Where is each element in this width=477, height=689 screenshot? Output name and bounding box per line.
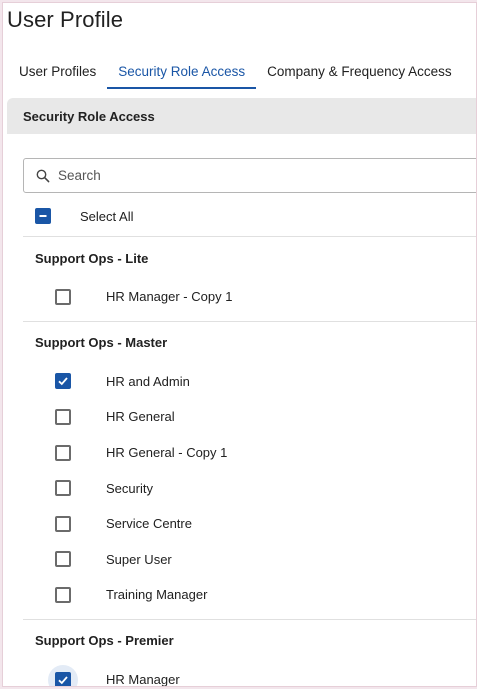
checkbox-focus-ring bbox=[48, 664, 78, 686]
checkmark-icon bbox=[58, 377, 68, 386]
role-label: HR General bbox=[106, 409, 175, 425]
search-box[interactable] bbox=[23, 158, 476, 193]
role-checkbox[interactable] bbox=[55, 480, 71, 497]
role-checkbox[interactable] bbox=[55, 586, 71, 603]
page-title: User Profile bbox=[7, 7, 124, 32]
role-row[interactable]: Training Manager bbox=[23, 577, 476, 613]
role-checkbox[interactable] bbox=[55, 551, 71, 568]
group-title-support-ops-premier: Support Ops - Premier bbox=[35, 633, 174, 649]
role-list: Support Ops - Lite HR Manager - Copy 1 S… bbox=[23, 236, 476, 687]
role-row[interactable]: Super User bbox=[23, 542, 476, 578]
role-label: HR Manager - Copy 1 bbox=[106, 289, 233, 305]
role-label: HR General - Copy 1 bbox=[106, 445, 228, 461]
tab-user-profiles[interactable]: User Profiles bbox=[7, 53, 107, 89]
role-label: Training Manager bbox=[106, 587, 208, 603]
role-label: HR Manager bbox=[106, 672, 180, 687]
role-checkbox[interactable] bbox=[55, 444, 71, 461]
checkmark-icon bbox=[58, 675, 68, 684]
group-title-support-ops-lite: Support Ops - Lite bbox=[35, 250, 149, 266]
role-label: Security bbox=[106, 480, 153, 496]
role-row[interactable]: HR and Admin bbox=[23, 364, 476, 400]
role-checkbox[interactable] bbox=[55, 373, 71, 390]
role-checkbox[interactable] bbox=[55, 515, 71, 532]
tab-bar: User Profiles Security Role Access Compa… bbox=[7, 53, 463, 89]
role-row[interactable]: HR Manager - Copy 1 bbox=[23, 279, 476, 315]
role-checkbox[interactable] bbox=[55, 671, 71, 686]
role-row[interactable]: Service Centre bbox=[23, 506, 476, 542]
section-header: Security Role Access bbox=[7, 98, 476, 134]
select-all-row[interactable]: Select All bbox=[23, 205, 133, 227]
role-row[interactable]: Security bbox=[23, 470, 476, 506]
minus-icon bbox=[39, 215, 47, 217]
role-row[interactable]: HR General bbox=[23, 399, 476, 435]
select-all-label: Select All bbox=[80, 208, 134, 224]
select-all-checkbox[interactable] bbox=[35, 208, 51, 224]
tab-company-frequency-access[interactable]: Company & Frequency Access bbox=[256, 53, 463, 89]
role-row[interactable]: HR General - Copy 1 bbox=[23, 435, 476, 471]
tab-security-role-access[interactable]: Security Role Access bbox=[107, 53, 256, 89]
app-frame: User Profile User Profiles Security Role… bbox=[2, 2, 477, 687]
section-title: Security Role Access bbox=[23, 108, 155, 124]
role-label: HR and Admin bbox=[106, 373, 190, 389]
role-checkbox[interactable] bbox=[55, 408, 71, 425]
search-icon bbox=[36, 169, 50, 183]
role-label: Service Centre bbox=[106, 516, 192, 532]
role-label: Super User bbox=[106, 551, 172, 567]
role-row[interactable]: HR Manager bbox=[23, 662, 476, 687]
role-checkbox[interactable] bbox=[55, 288, 71, 305]
group-title-support-ops-master: Support Ops - Master bbox=[35, 335, 168, 351]
search-input[interactable] bbox=[58, 168, 438, 183]
